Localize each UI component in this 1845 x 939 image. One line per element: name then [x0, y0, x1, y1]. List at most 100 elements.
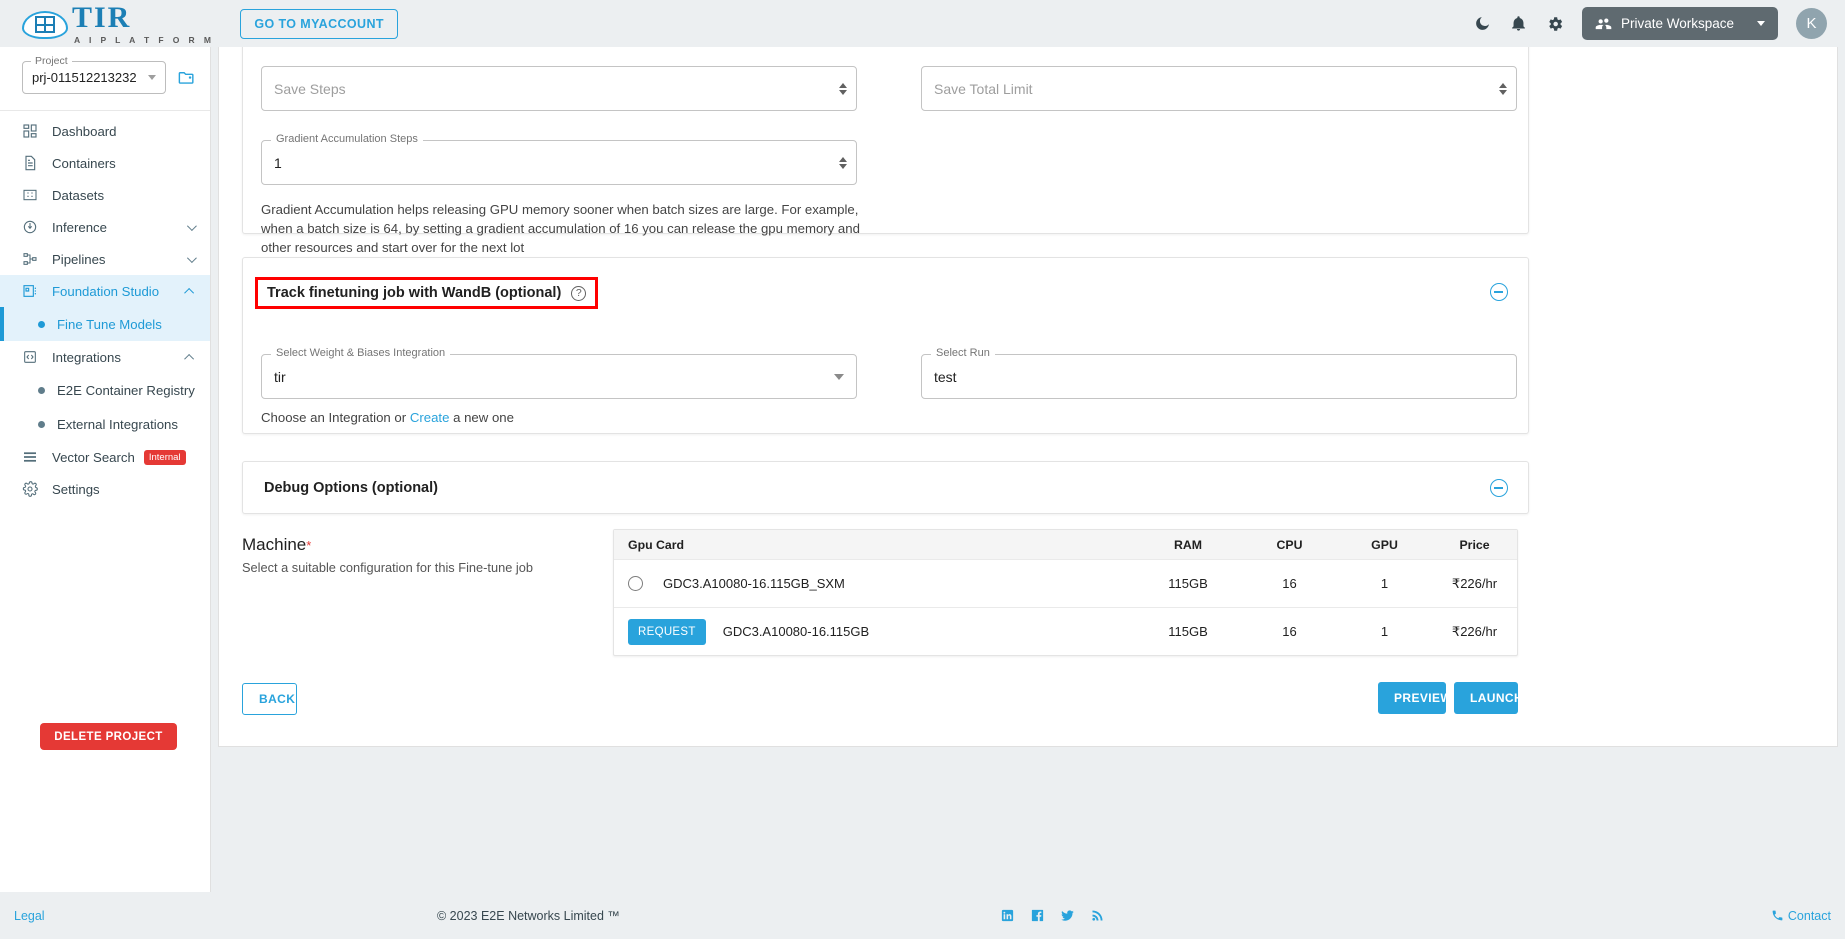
save-steps-field[interactable]: Save Steps — [261, 66, 857, 111]
save-steps-placeholder: Save Steps — [274, 80, 346, 97]
contact-label: Contact — [1787, 908, 1831, 923]
sidebar-item-inference[interactable]: Inference — [0, 211, 210, 243]
machine-table: Gpu Card RAM CPU GPU Price GDC3.A10080-1… — [613, 529, 1518, 656]
wandb-run-legend: Select Run — [931, 347, 995, 359]
machine-radio-0[interactable] — [628, 576, 643, 591]
status-badge: Internal — [143, 449, 186, 465]
machine-gpu: 1 — [1380, 624, 1389, 639]
go-to-myaccount-button[interactable]: GO TO MYACCOUNT — [240, 8, 398, 39]
project-select[interactable]: Project prj-011512213232 — [22, 55, 166, 94]
save-total-limit-field[interactable]: Save Total Limit — [921, 66, 1517, 111]
grid-icon — [22, 187, 44, 203]
sidebar-item-containers[interactable]: Containers — [0, 147, 210, 179]
preview-button[interactable]: PREVIEW — [1378, 682, 1452, 714]
footer: Legal © 2023 E2E Networks Limited ™ Cont… — [0, 892, 1845, 939]
column-header-gpu-card: Gpu Card — [628, 537, 685, 552]
debug-options-panel[interactable]: Debug Options (optional) — [242, 461, 1529, 514]
avatar[interactable]: K — [1796, 8, 1827, 39]
delete-project-button[interactable]: DELETE PROJECT — [40, 723, 177, 750]
wandb-panel: Track finetuning job with WandB (optiona… — [242, 257, 1529, 434]
machine-cpu: 16 — [1282, 624, 1297, 639]
wandb-collapse-button[interactable] — [1490, 283, 1508, 301]
machine-subtitle: Select a suitable configuration for this… — [242, 560, 533, 575]
chevron-down-icon — [186, 220, 197, 231]
sidebar-item-datasets[interactable]: Datasets — [0, 179, 210, 211]
wandb-integration-value: tir — [274, 368, 286, 385]
gradient-accumulation-steps-field[interactable]: Gradient Accumulation Steps 1 — [261, 133, 857, 185]
facebook-icon[interactable] — [1030, 908, 1045, 923]
finetune-form-card: Save Steps Save Total Limit Gradient Acc… — [218, 47, 1838, 747]
machine-section: Machine* Select a suitable configuration… — [242, 535, 533, 575]
wandb-helper-suffix: a new one — [449, 410, 514, 425]
sidebar-item-external-integrations[interactable]: External Integrations — [0, 407, 210, 441]
linkedin-icon[interactable] — [1000, 908, 1015, 923]
sidebar-item-label: Inference — [52, 219, 107, 235]
sidebar-item-e2e-container-registry[interactable]: E2E Container Registry — [0, 373, 210, 407]
debug-collapse-button[interactable] — [1490, 479, 1508, 497]
gradient-accumulation-stepper[interactable] — [839, 156, 847, 169]
chevron-up-icon — [184, 353, 195, 364]
rss-icon[interactable] — [1090, 908, 1105, 923]
phone-icon — [1771, 909, 1784, 922]
tir-cloud-icon — [22, 5, 70, 43]
sidebar-item-label: Vector Search — [52, 449, 135, 465]
stepper-down-icon — [839, 89, 847, 95]
sidebar-item-dashboard[interactable]: Dashboard — [0, 115, 210, 147]
create-integration-link[interactable]: Create — [410, 410, 450, 425]
launch-button[interactable]: LAUNCH — [1454, 682, 1523, 714]
code-icon — [22, 349, 44, 365]
gear-icon[interactable] — [1540, 9, 1570, 39]
sidebar-item-label: Pipelines — [52, 251, 106, 267]
sidebar: Project prj-011512213232 Dashboard Conta… — [0, 47, 211, 939]
brand-tagline: A I P L A T F O R M — [74, 34, 215, 45]
sidebar-item-label: Containers — [52, 155, 116, 171]
studio-icon — [22, 283, 44, 299]
sidebar-item-vector-search[interactable]: Vector Search Internal — [0, 441, 210, 473]
moon-icon[interactable] — [1468, 9, 1498, 39]
bell-icon[interactable] — [1504, 9, 1534, 39]
sidebar-item-fine-tune-models[interactable]: Fine Tune Models — [0, 307, 210, 341]
brand-logo[interactable]: TIR A I P L A T F O R M — [22, 2, 215, 45]
contact-link[interactable]: Contact — [1771, 909, 1831, 923]
sidebar-item-pipelines[interactable]: Pipelines — [0, 243, 210, 275]
inference-icon — [22, 219, 44, 235]
required-asterisk: * — [306, 538, 312, 553]
machine-gpu: 1 — [1380, 576, 1389, 591]
question-circle-icon[interactable]: ? — [571, 285, 587, 301]
twitter-icon[interactable] — [1060, 908, 1075, 923]
back-button[interactable]: BACK — [242, 683, 297, 715]
table-row[interactable]: GDC3.A10080-16.115GB_SXM 115GB 16 1 ₹226… — [614, 559, 1517, 607]
main-content: Save Steps Save Total Limit Gradient Acc… — [211, 47, 1845, 939]
save-total-limit-stepper[interactable] — [1499, 82, 1507, 95]
list-icon — [22, 449, 44, 465]
column-header-gpu: GPU — [1371, 537, 1398, 552]
app-root: TIR A I P L A T F O R M GO TO MYACCOUNT … — [0, 0, 1845, 939]
gear-icon — [22, 481, 44, 497]
gradient-accumulation-legend: Gradient Accumulation Steps — [271, 133, 423, 145]
legal-link[interactable]: Legal — [14, 909, 45, 923]
sidebar-item-integrations[interactable]: Integrations — [0, 341, 210, 373]
chevron-down-icon — [834, 373, 844, 380]
debug-section-title: Debug Options (optional) — [264, 480, 438, 496]
project-selector-row: Project prj-011512213232 — [0, 47, 210, 104]
stepper-up-icon — [1499, 82, 1507, 88]
sidebar-item-foundation-studio[interactable]: Foundation Studio — [0, 275, 210, 307]
sidebar-item-settings[interactable]: Settings — [0, 473, 210, 505]
chevron-up-icon — [184, 287, 195, 298]
save-steps-stepper[interactable] — [839, 82, 847, 95]
wandb-run-select[interactable]: Select Run test — [921, 347, 1517, 399]
machine-heading: Machine* — [242, 535, 533, 555]
machine-name: GDC3.A10080-16.115GB_SXM — [663, 576, 845, 591]
column-header-price: Price — [1459, 537, 1490, 552]
wandb-integration-select[interactable]: Select Weight & Biases Integration tir — [261, 347, 857, 399]
new-project-folder-icon[interactable] — [177, 68, 196, 87]
stepper-up-icon — [839, 82, 847, 88]
request-button[interactable]: REQUEST — [628, 618, 706, 645]
top-bar: TIR A I P L A T F O R M GO TO MYACCOUNT … — [0, 0, 1845, 47]
table-row[interactable]: REQUEST GDC3.A10080-16.115GB 115GB 16 1 … — [614, 607, 1517, 655]
workspace-selector[interactable]: Private Workspace — [1581, 7, 1778, 40]
dashboard-icon — [22, 123, 44, 139]
sidebar-item-label: Integrations — [52, 349, 121, 365]
chevron-down-icon — [186, 252, 197, 263]
save-total-limit-placeholder: Save Total Limit — [934, 80, 1033, 97]
